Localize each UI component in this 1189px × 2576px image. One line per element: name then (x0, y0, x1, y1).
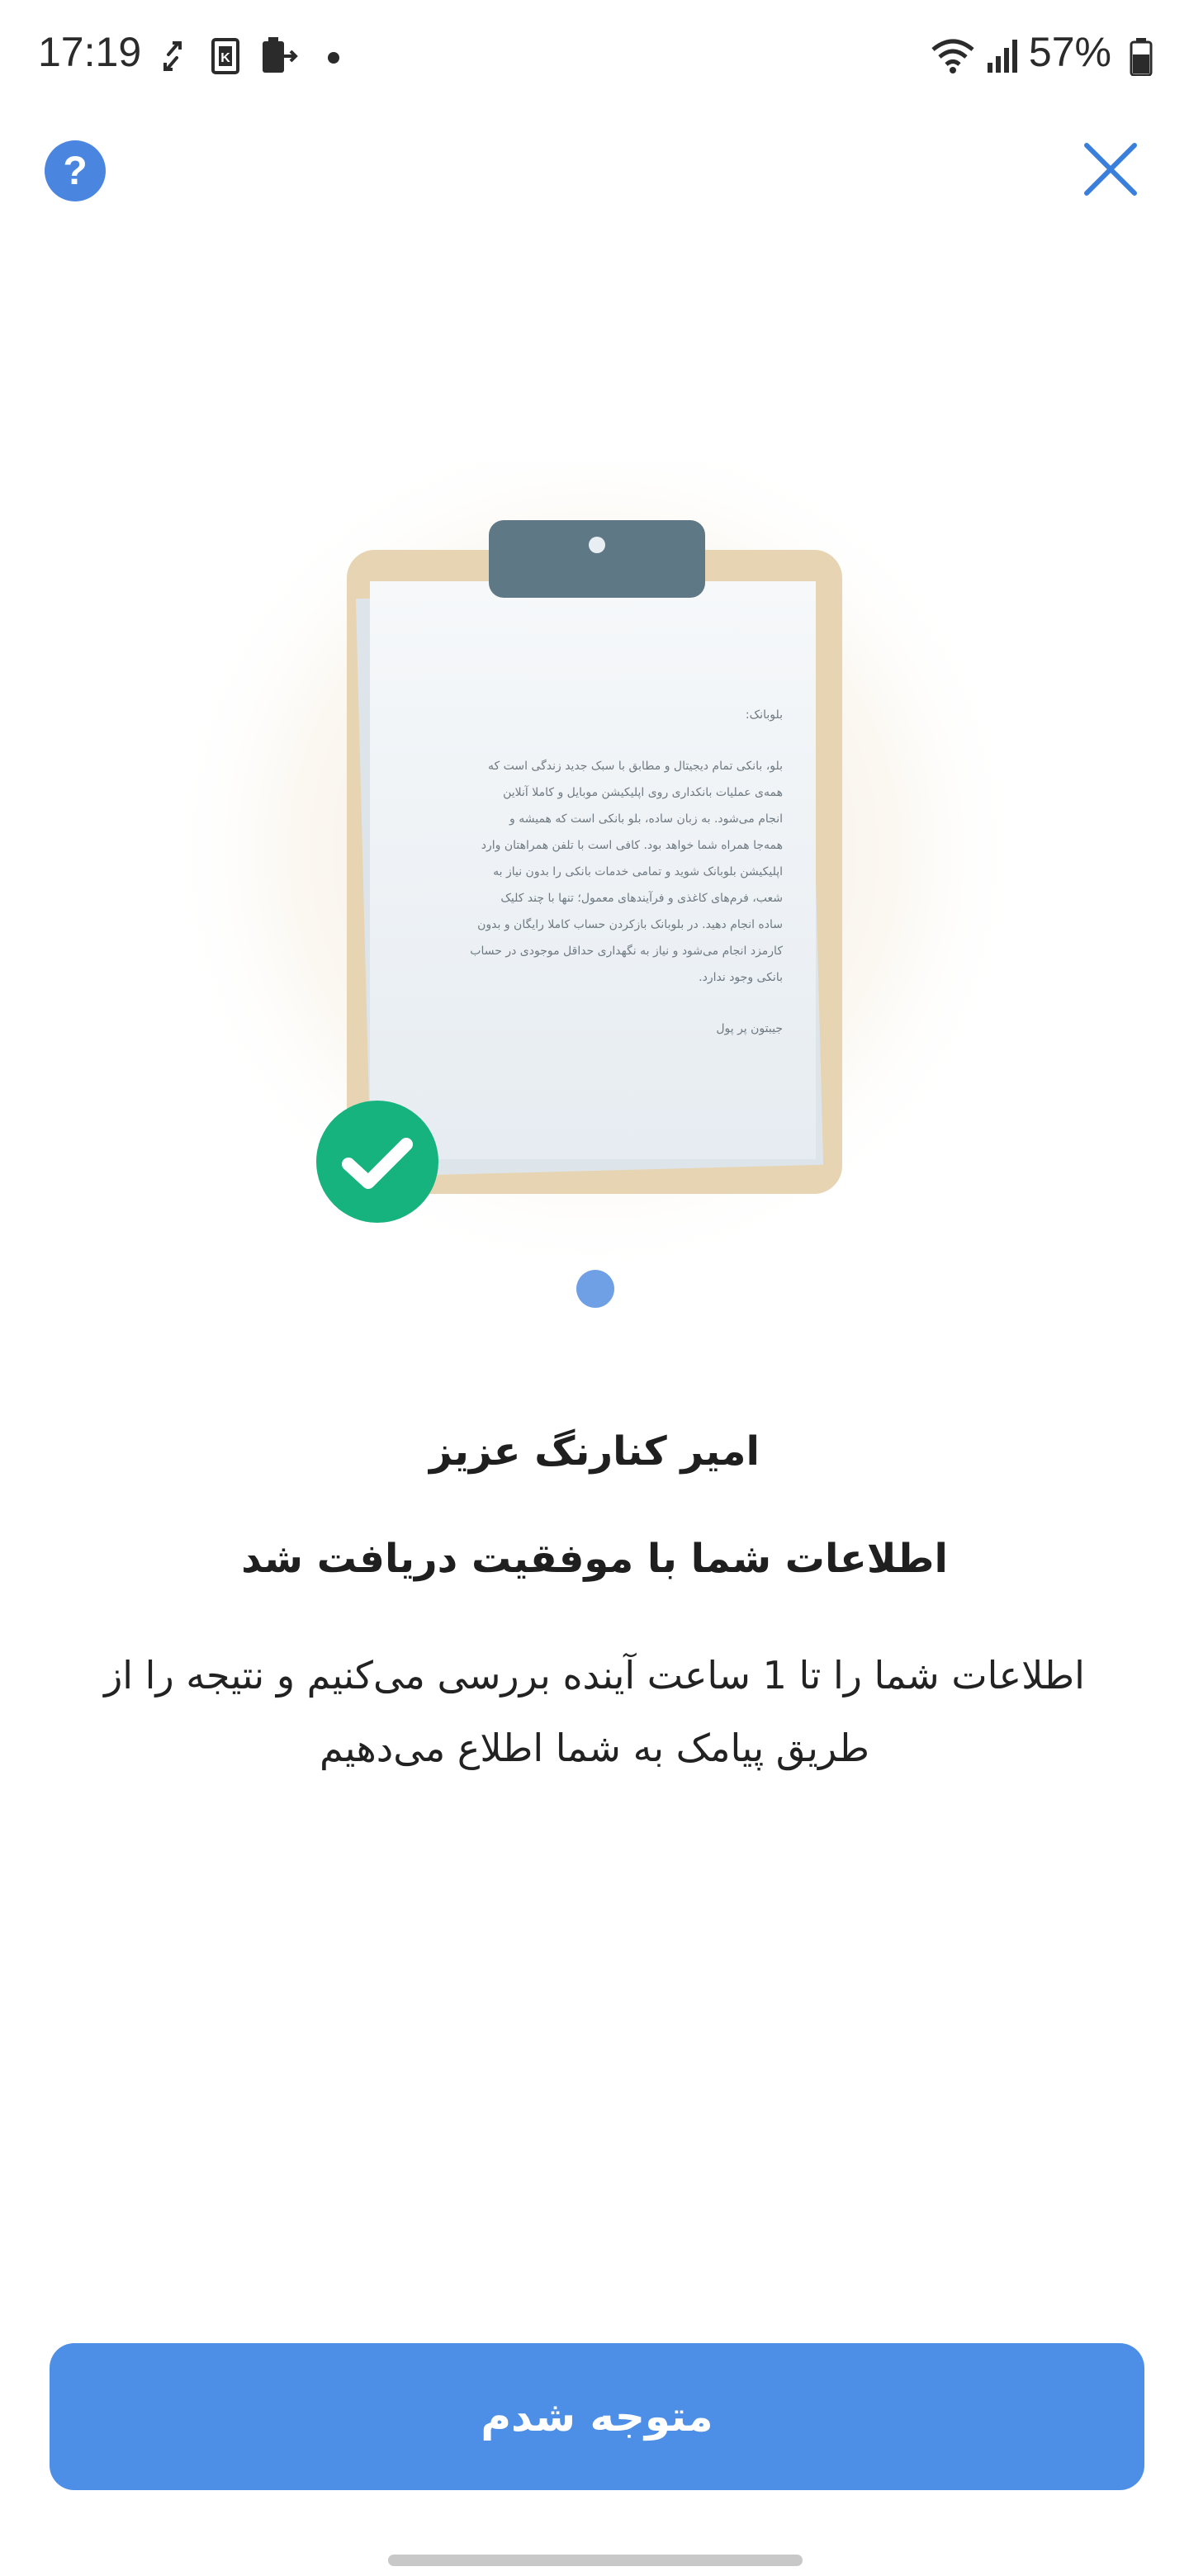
acknowledge-button-label: متوجه شدم (481, 2393, 713, 2441)
battery-saver-icon (258, 36, 301, 79)
dot-icon (327, 51, 340, 68)
help-button[interactable]: ? (45, 140, 106, 201)
wifi-icon (930, 36, 976, 78)
document-line: بلو، بانکی تمام دیجیتال و مطابق با سبک ج… (487, 760, 783, 773)
signal-icon (986, 38, 1019, 78)
clipboard-illustration: بلوبانک: بلو، بانکی تمام دیجیتال و مطابق… (165, 421, 1024, 1280)
clipboard-clip (489, 520, 705, 598)
document-line: ساده انجام دهید. در بلوبانک بازکردن حساب… (477, 918, 783, 931)
close-icon (1084, 143, 1137, 196)
document-line: انجام می‌شود. به زبان ساده، بلو بانکی اس… (509, 812, 783, 826)
document-text: بلوبانک: بلو، بانکی تمام دیجیتال و مطابق… (419, 702, 783, 1042)
svg-text:K: K (220, 51, 230, 65)
document-line: همه‌جا همراه شما خواهد بود. کافی است با … (481, 839, 783, 852)
question-circle-icon: ? (63, 149, 88, 193)
success-message: اطلاعات شما با موفقیت دریافت شد (241, 1536, 948, 1582)
k-app-icon: K (211, 38, 239, 78)
status-bar: 17:19 K 57% (0, 0, 1189, 116)
document-line: اپلیکیشن بلوبانک شوید و تمامی خدمات بانک… (493, 865, 783, 878)
description-text: اطلاعات شما را تا 1 ساعت آینده بررسی می‌… (104, 1653, 1085, 1770)
battery-percentage: 57% (1028, 29, 1111, 75)
document-line: بانکی وجود ندارد. (699, 971, 783, 984)
check-circle-icon (316, 1101, 438, 1223)
greeting-title: امیر کنارنگ عزیز (429, 1428, 760, 1475)
home-indicator[interactable] (388, 2555, 803, 2566)
battery-icon (1130, 38, 1153, 79)
acknowledge-button[interactable]: متوجه شدم (50, 2343, 1144, 2490)
page-indicator-dot (576, 1270, 614, 1308)
document-line: شعب، فرم‌های کاغذی و فرآیندهای معمول؛ تن… (500, 892, 783, 905)
status-time: 17:19 (38, 29, 142, 75)
document-signature: جیبتون پر پول (716, 1022, 783, 1035)
document-line: همه‌ی عملیات بانکداری روی اپلیکیشن موبای… (503, 786, 783, 799)
document-line: کارمزد انجام می‌شود و نیاز به نگهداری حد… (470, 945, 783, 958)
document-title: بلوبانک: (745, 708, 783, 722)
sync-icon (162, 40, 183, 76)
close-button[interactable] (1082, 140, 1139, 198)
